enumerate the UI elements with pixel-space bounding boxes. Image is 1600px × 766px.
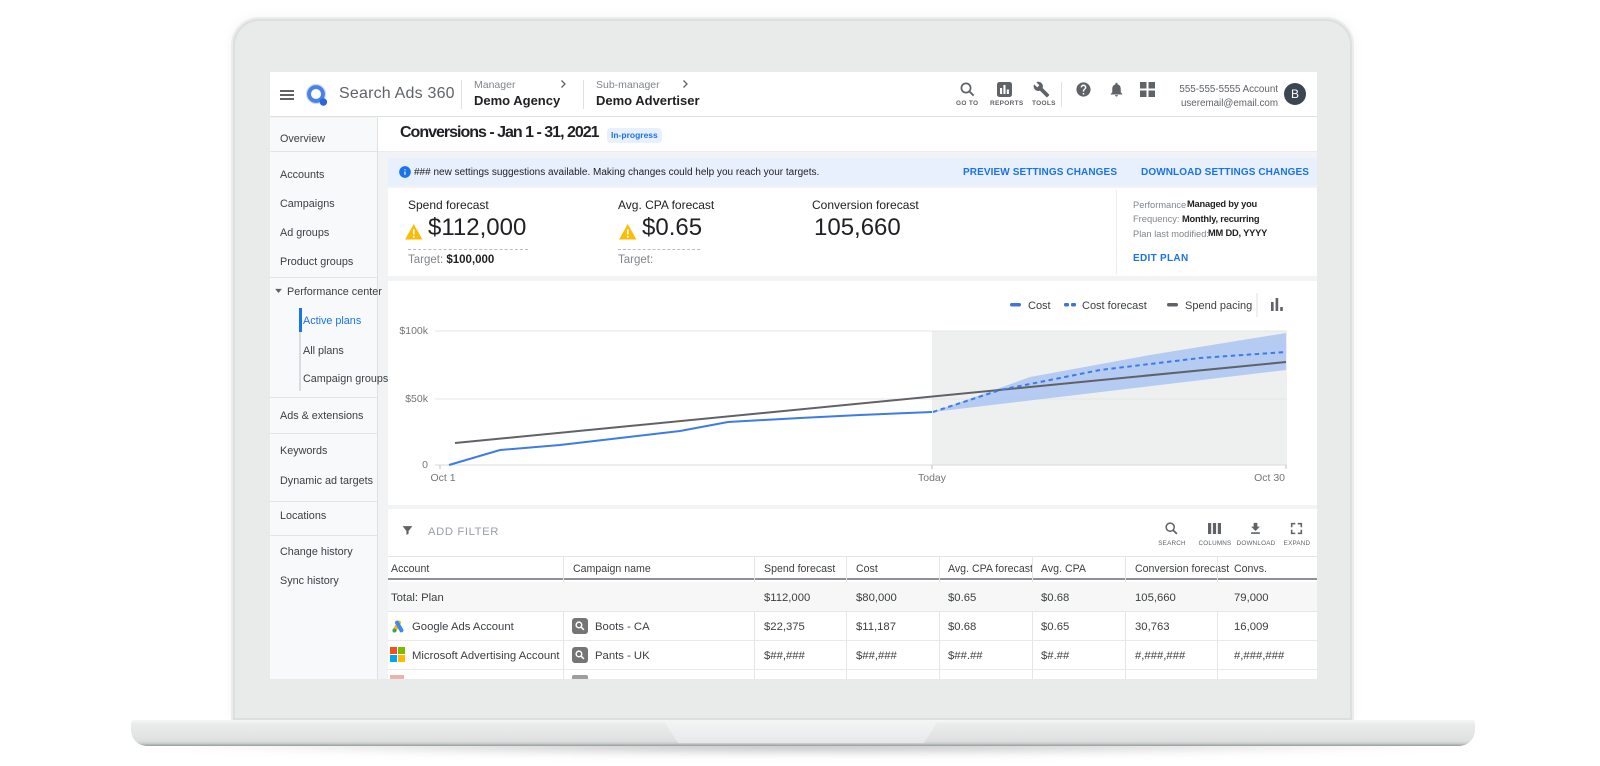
svg-text:Spend pacing: Spend pacing (1185, 300, 1252, 312)
svg-text:Today: Today (918, 472, 947, 484)
svg-text:Oct 30: Oct 30 (1254, 472, 1285, 484)
svg-text:Cost forecast: Cost forecast (1082, 300, 1147, 312)
svg-text:Oct 1: Oct 1 (430, 472, 455, 484)
svg-text:$50k: $50k (405, 393, 429, 405)
svg-text:0: 0 (422, 459, 428, 471)
svg-text:$100k: $100k (399, 325, 428, 337)
svg-text:Cost: Cost (1028, 300, 1051, 312)
